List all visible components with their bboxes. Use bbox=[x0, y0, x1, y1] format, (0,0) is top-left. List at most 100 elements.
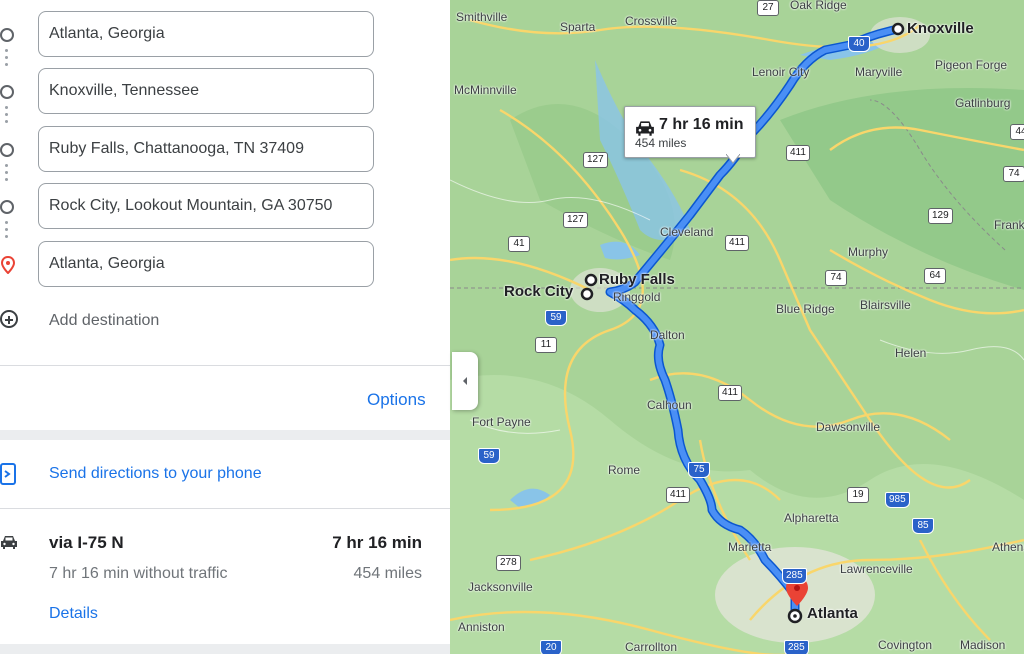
directions-panel: Add destination Options Send directions … bbox=[0, 0, 450, 654]
map-place-label: Helen bbox=[895, 346, 927, 360]
map-canvas bbox=[450, 0, 1024, 654]
section-gap bbox=[0, 430, 450, 440]
callout-distance: 454 miles bbox=[635, 136, 687, 150]
circle-icon bbox=[0, 85, 14, 99]
map-place-label: Calhoun bbox=[647, 398, 692, 412]
road-shield: 411 bbox=[725, 235, 749, 251]
road-shield: 59 bbox=[545, 310, 567, 326]
map-place-label: Smithville bbox=[456, 10, 508, 24]
add-destination-label: Add destination bbox=[49, 312, 160, 329]
map-stop-label: Knoxville bbox=[907, 20, 974, 37]
destination-pin-icon bbox=[0, 256, 16, 274]
map-place-label: Anniston bbox=[458, 620, 505, 634]
map-place-label: Dalton bbox=[650, 328, 685, 342]
add-circle-icon bbox=[0, 310, 18, 328]
waypoint-row-4 bbox=[0, 182, 450, 230]
road-shield: 411 bbox=[666, 487, 690, 503]
waypoint-input-start[interactable] bbox=[38, 11, 374, 57]
map-place-label: Fort Payne bbox=[472, 415, 531, 429]
map-stop-label: Ruby Falls bbox=[599, 271, 675, 288]
map-place-label: Jacksonville bbox=[468, 580, 533, 594]
road-shield: 11 bbox=[535, 337, 557, 353]
map-place-label: Pigeon Forge bbox=[935, 58, 1008, 72]
map-place-label: Crossville bbox=[625, 14, 678, 28]
waypoint-input-4[interactable] bbox=[38, 183, 374, 229]
road-shield: 20 bbox=[540, 640, 562, 654]
road-shield: 19 bbox=[847, 487, 869, 503]
map-place-label: Franklin bbox=[994, 218, 1024, 232]
waypoint-row-1 bbox=[0, 10, 450, 58]
send-to-phone-icon bbox=[0, 463, 16, 485]
road-shield: 285 bbox=[784, 640, 809, 654]
road-shield: 127 bbox=[583, 152, 608, 168]
callout-pointer bbox=[726, 154, 740, 164]
details-link[interactable]: Details bbox=[49, 605, 98, 623]
car-icon bbox=[636, 121, 654, 136]
collapse-panel-button[interactable] bbox=[452, 352, 478, 410]
map-place-label: Murphy bbox=[848, 245, 889, 259]
map-place-label: Gatlinburg bbox=[955, 96, 1011, 110]
map-place-label: Marietta bbox=[728, 540, 772, 554]
road-shield: 411 bbox=[718, 385, 742, 401]
route-traffic-note: 7 hr 16 min without traffic bbox=[49, 565, 228, 582]
road-shield: 74 bbox=[1003, 166, 1024, 182]
chevron-left-icon bbox=[463, 377, 467, 385]
send-to-phone-row[interactable]: Send directions to your phone bbox=[0, 458, 450, 492]
waypoint-input-destination[interactable] bbox=[38, 241, 374, 287]
circle-icon bbox=[0, 200, 14, 214]
route-dots bbox=[5, 106, 8, 127]
map-place-label: Sparta bbox=[560, 20, 596, 34]
map-stop-label: Atlanta bbox=[807, 605, 858, 622]
road-shield: 44 bbox=[1010, 124, 1024, 140]
road-shield: 75 bbox=[688, 462, 710, 478]
map-place-label: Athens bbox=[992, 540, 1024, 554]
road-shield: 285 bbox=[782, 568, 807, 584]
road-shield: 411 bbox=[786, 145, 810, 161]
map-place-label: Lenoir City bbox=[752, 65, 810, 79]
road-shield: 27 bbox=[757, 0, 779, 16]
road-shield: 129 bbox=[928, 208, 953, 224]
circle-icon bbox=[0, 143, 14, 157]
map-place-label: McMinnville bbox=[454, 83, 517, 97]
map-place-label: Carrollton bbox=[625, 640, 678, 654]
route-option-card[interactable]: via I-75 N 7 hr 16 min 7 hr 16 min witho… bbox=[0, 520, 450, 640]
map-place-label: Alpharetta bbox=[784, 511, 839, 525]
route-via-label: via I-75 N bbox=[49, 533, 124, 552]
map-place-label: Maryville bbox=[855, 65, 903, 79]
map-place-label: Oak Ridge bbox=[790, 0, 847, 12]
callout-duration: 7 hr 16 min bbox=[659, 116, 744, 133]
circle-icon bbox=[0, 28, 14, 42]
car-icon bbox=[1, 536, 17, 549]
map-place-label: Lawrenceville bbox=[840, 562, 913, 576]
map-place-label: Rome bbox=[608, 463, 641, 477]
route-dots bbox=[5, 221, 8, 242]
road-shield: 74 bbox=[825, 270, 847, 286]
road-shield: 40 bbox=[848, 36, 870, 52]
divider bbox=[0, 508, 450, 509]
waypoint-row-destination bbox=[0, 240, 450, 288]
add-destination-button[interactable]: Add destination bbox=[0, 300, 300, 340]
map-place-label: Madison bbox=[960, 638, 1006, 652]
route-callout[interactable]: 7 hr 16 min 454 miles bbox=[624, 106, 756, 158]
road-shield: 278 bbox=[496, 555, 521, 571]
waypoint-input-2[interactable] bbox=[38, 68, 374, 114]
route-distance: 454 miles bbox=[353, 565, 422, 582]
map-place-label: Blairsville bbox=[860, 298, 911, 312]
route-duration: 7 hr 16 min bbox=[332, 533, 422, 552]
waypoint-input-3[interactable] bbox=[38, 126, 374, 172]
map-place-label: Blue Ridge bbox=[776, 302, 835, 316]
section-gap bbox=[0, 644, 450, 654]
waypoint-row-3 bbox=[0, 125, 450, 173]
road-shield: 985 bbox=[885, 492, 910, 508]
map-view[interactable]: 7 hr 16 min 454 miles Knoxville Ruby Fal… bbox=[450, 0, 1024, 654]
road-shield: 41 bbox=[508, 236, 530, 252]
road-shield: 59 bbox=[478, 448, 500, 464]
send-to-phone-label: Send directions to your phone bbox=[49, 465, 262, 482]
waypoint-row-2 bbox=[0, 67, 450, 115]
divider bbox=[0, 365, 450, 366]
map-place-label: Dawsonville bbox=[816, 420, 881, 434]
map-place-label: Cleveland bbox=[660, 225, 714, 239]
map-place-label: Covington bbox=[878, 638, 933, 652]
options-link[interactable]: Options bbox=[367, 390, 426, 410]
road-shield: 127 bbox=[563, 212, 588, 228]
